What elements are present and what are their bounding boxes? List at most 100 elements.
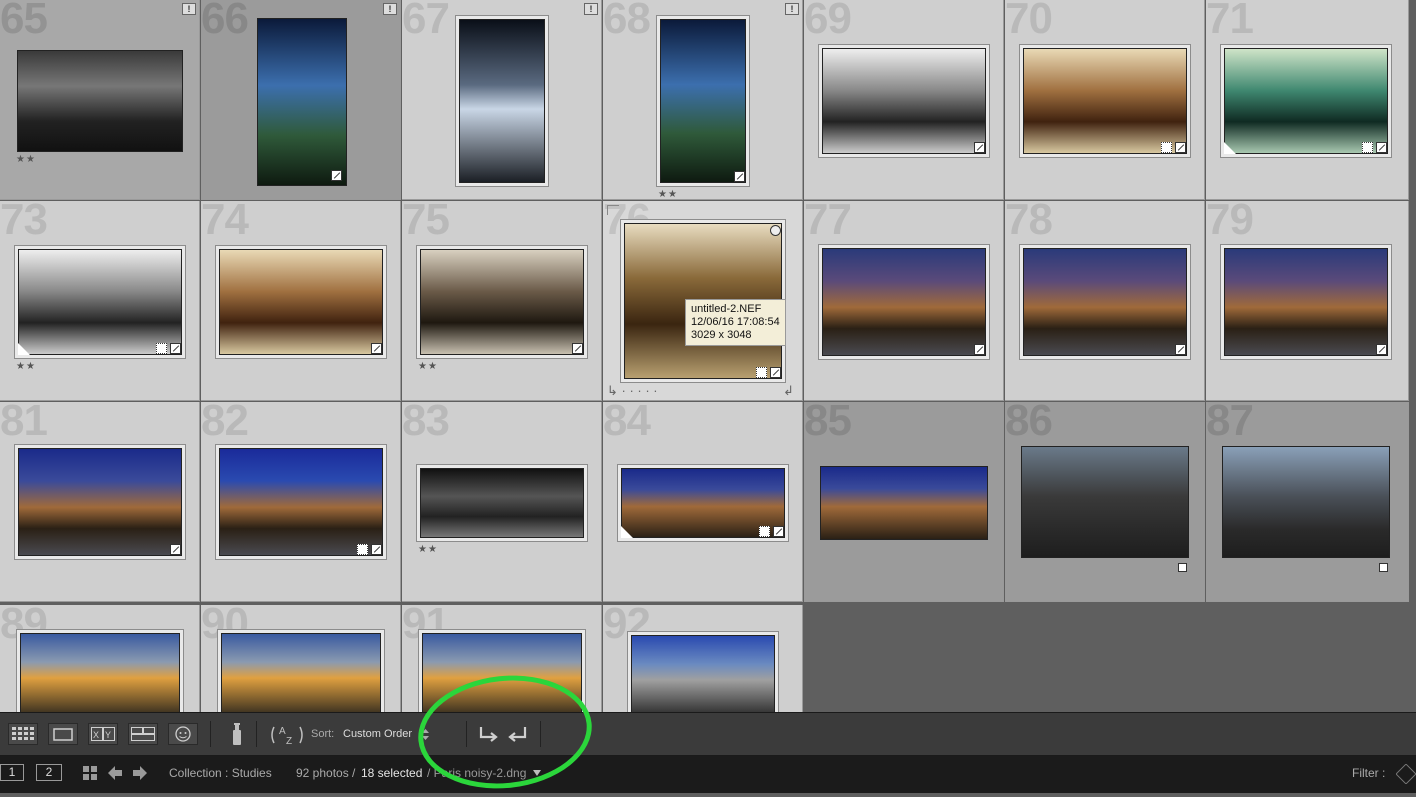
grid-cell[interactable]: 78 <box>1005 201 1205 401</box>
photo-thumbnail[interactable] <box>18 249 182 355</box>
grid-cell[interactable]: 90 <box>201 605 401 712</box>
missing-file-icon[interactable]: ! <box>383 3 397 15</box>
photo-thumbnail[interactable] <box>420 249 584 355</box>
photo-thumbnail[interactable] <box>420 468 584 538</box>
rotate-right-icon[interactable]: ↲ <box>783 383 794 399</box>
crop-badge-icon[interactable] <box>1362 142 1373 153</box>
thumbnail-frame[interactable] <box>1021 446 1189 558</box>
grid-cell[interactable]: 75 ★★ <box>402 201 602 401</box>
grid-cell[interactable]: 65! ★★ <box>0 0 200 200</box>
photo-thumbnail[interactable] <box>219 448 383 556</box>
grid-cell[interactable]: 68! ★★ <box>603 0 803 200</box>
thumbnail-frame[interactable] <box>1220 44 1392 158</box>
grid-cell[interactable]: 89 <box>0 605 200 712</box>
thumbnail-frame[interactable] <box>16 629 184 712</box>
grid-cell[interactable]: 71 <box>1206 0 1409 200</box>
people-view-button[interactable] <box>168 723 198 745</box>
quick-collection-marker-icon[interactable] <box>1178 563 1187 572</box>
crop-badge-icon[interactable] <box>156 343 167 354</box>
thumbnail-frame[interactable] <box>818 44 990 158</box>
thumbnail-frame[interactable] <box>14 245 186 359</box>
develop-badge-icon[interactable] <box>572 343 583 354</box>
secondary-display-button[interactable]: 2 <box>36 764 62 781</box>
rotate-left-icon[interactable]: ↳ · · · · · <box>607 383 658 399</box>
develop-badge-icon[interactable] <box>974 344 985 355</box>
thumbnail-frame[interactable] <box>455 15 549 187</box>
thumbnail-frame[interactable] <box>820 466 988 540</box>
missing-file-icon[interactable]: ! <box>785 3 799 15</box>
develop-badge-icon[interactable] <box>1376 142 1387 153</box>
loupe-view-button[interactable] <box>48 723 78 745</box>
photo-thumbnail[interactable] <box>221 633 381 712</box>
grid-cell[interactable]: 85 <box>804 402 1004 602</box>
grid-cell[interactable]: 70 <box>1005 0 1205 200</box>
crop-badge-icon[interactable] <box>756 367 767 378</box>
photo-thumbnail[interactable] <box>660 19 746 183</box>
missing-file-icon[interactable]: ! <box>182 3 196 15</box>
grid-cell[interactable]: 73 ★★ <box>0 201 200 401</box>
thumbnail-frame[interactable] <box>1019 44 1191 158</box>
photo-thumbnail[interactable] <box>1222 446 1390 558</box>
photo-thumbnail[interactable] <box>1023 48 1187 154</box>
photo-thumbnail[interactable] <box>820 466 988 540</box>
sort-select[interactable]: Custom Order <box>343 728 412 740</box>
photo-thumbnail[interactable] <box>18 448 182 556</box>
photo-thumbnail[interactable] <box>1224 48 1388 154</box>
grid-cell[interactable]: 83 ★★ <box>402 402 602 602</box>
develop-badge-icon[interactable] <box>170 343 181 354</box>
thumbnail-frame[interactable] <box>14 444 186 560</box>
photo-thumbnail[interactable] <box>822 248 986 356</box>
grid-cell[interactable]: 67! <box>402 0 602 200</box>
quick-collection-circle-icon[interactable] <box>770 225 781 236</box>
photo-thumbnail[interactable] <box>1023 248 1187 356</box>
photo-thumbnail[interactable] <box>17 50 183 152</box>
primary-display-button[interactable]: 1 <box>0 764 24 781</box>
thumbnail-frame[interactable] <box>818 244 990 360</box>
develop-badge-icon[interactable] <box>1376 344 1387 355</box>
develop-badge-icon[interactable] <box>371 343 382 354</box>
photo-thumbnail[interactable] <box>1224 248 1388 356</box>
crop-badge-icon[interactable] <box>1161 142 1172 153</box>
grid-cell[interactable]: 74 <box>201 201 401 401</box>
thumbnail-frame[interactable] <box>17 50 183 152</box>
star-rating[interactable]: ★★ <box>658 189 678 199</box>
develop-badge-icon[interactable] <box>1175 344 1186 355</box>
star-rating[interactable]: ★★ <box>16 154 36 165</box>
grid-cell[interactable]: 79 <box>1206 201 1409 401</box>
survey-view-button[interactable] <box>128 723 158 745</box>
photo-thumbnail[interactable] <box>1021 446 1189 558</box>
forward-arrow-icon[interactable] <box>133 766 147 780</box>
flag-icon[interactable] <box>607 205 619 215</box>
grid-cell[interactable]: 81 <box>0 402 200 602</box>
thumbnail-frame[interactable] <box>416 464 588 542</box>
photo-thumbnail[interactable] <box>219 249 383 355</box>
thumbnail-frame[interactable] <box>217 629 385 712</box>
collection-label[interactable]: Collection : Studies <box>169 766 272 780</box>
star-rating[interactable]: ★★ <box>16 361 36 372</box>
grid-cell[interactable]: 77 <box>804 201 1004 401</box>
grid-cell[interactable]: 66! <box>201 0 401 200</box>
develop-badge-icon[interactable] <box>974 142 985 153</box>
sort-direction-button[interactable]: AZ <box>270 723 304 752</box>
develop-badge-icon[interactable] <box>773 526 784 537</box>
grid-cell[interactable]: 87 <box>1206 402 1409 602</box>
photo-thumbnail[interactable] <box>631 635 775 712</box>
grid-cell[interactable]: 92 <box>603 605 803 712</box>
develop-badge-icon[interactable] <box>1175 142 1186 153</box>
photo-thumbnail[interactable] <box>20 633 180 712</box>
develop-badge-icon[interactable] <box>331 170 342 181</box>
filter-lock-icon[interactable] <box>1396 764 1416 784</box>
painter-button[interactable] <box>230 723 244 752</box>
star-rating[interactable]: ★★ <box>418 361 438 372</box>
grid-small-icon[interactable] <box>83 766 97 780</box>
thumbnail-frame[interactable] <box>416 245 588 359</box>
develop-badge-icon[interactable] <box>371 544 382 555</box>
thumbnail-frame[interactable] <box>1220 244 1392 360</box>
grid-view-button[interactable] <box>8 723 38 745</box>
quick-collection-marker-icon[interactable] <box>1379 563 1388 572</box>
grid-cell[interactable]: 82 <box>201 402 401 602</box>
grid-cell[interactable]: 76↳ · · · · ·↲untitled-2.NEF12/06/16 17:… <box>603 201 803 401</box>
develop-badge-icon[interactable] <box>734 171 745 182</box>
thumbnail-frame[interactable] <box>1222 446 1390 558</box>
compare-view-button[interactable]: XY <box>88 723 118 745</box>
